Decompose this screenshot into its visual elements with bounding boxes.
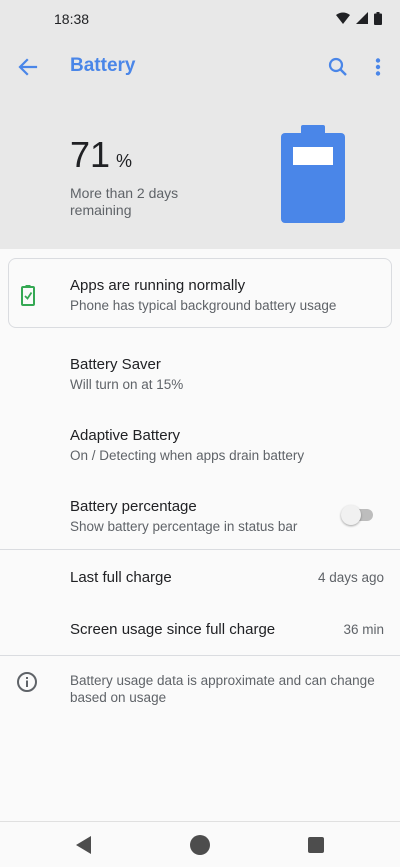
tip-title: Apps are running normally: [70, 277, 246, 294]
battery-remaining: More than 2 days remaining: [70, 185, 179, 218]
more-vert-icon: [375, 58, 381, 76]
last-full-charge-label: Last full charge: [70, 569, 172, 586]
app-bar: Battery: [0, 36, 400, 98]
status-bar: 18:38: [0, 0, 400, 36]
battery-ok-icon: [21, 285, 35, 306]
search-icon: [328, 57, 347, 76]
battery-saver-subtitle: Will turn on at 15%: [70, 377, 184, 392]
adaptive-battery-item[interactable]: Adaptive Battery On / Detecting when app…: [0, 413, 400, 473]
battery-percent: 71%: [70, 134, 132, 176]
nav-back-icon: [76, 836, 91, 854]
screen-usage-item: Screen usage since full charge 36 min: [0, 608, 400, 652]
wifi-icon: [336, 12, 350, 24]
battery-level-icon: [281, 125, 345, 223]
adaptive-battery-subtitle: On / Detecting when apps drain battery: [70, 448, 305, 463]
status-battery-icon: [374, 11, 382, 25]
battery-percentage-item[interactable]: Battery percentage Show battery percenta…: [0, 484, 400, 544]
back-button[interactable]: [14, 53, 42, 81]
battery-saver-item[interactable]: Battery Saver Will turn on at 15%: [0, 342, 400, 402]
battery-percent-value: 71: [70, 134, 111, 175]
more-options-button[interactable]: [366, 53, 390, 81]
page-title: Battery: [70, 55, 136, 76]
nav-home-icon: [190, 835, 210, 855]
battery-saver-title: Battery Saver: [70, 356, 161, 373]
info-icon: [17, 672, 37, 692]
battery-percent-unit: %: [116, 151, 133, 171]
battery-tip-card[interactable]: Apps are running normally Phone has typi…: [8, 258, 392, 328]
divider: [0, 549, 400, 550]
battery-percentage-title: Battery percentage: [70, 498, 197, 515]
nav-home-button[interactable]: [188, 834, 212, 856]
arrow-left-icon: [18, 58, 38, 76]
search-button[interactable]: [324, 53, 352, 81]
nav-recents-icon: [308, 837, 324, 853]
status-time: 18:38: [54, 11, 90, 27]
divider: [0, 655, 400, 656]
toggle-thumb: [341, 505, 361, 525]
signal-icon: [356, 12, 368, 24]
battery-percentage-toggle[interactable]: [341, 505, 375, 525]
screen-usage-label: Screen usage since full charge: [70, 621, 276, 638]
system-nav-bar: [0, 821, 400, 867]
status-icons: [336, 11, 382, 25]
battery-header: 71% More than 2 days remaining: [0, 98, 400, 249]
usage-disclaimer: Battery usage data is approximate and ca…: [70, 673, 375, 705]
nav-back-button[interactable]: [72, 834, 96, 856]
adaptive-battery-title: Adaptive Battery: [70, 427, 181, 444]
last-full-charge-value: 4 days ago: [317, 570, 384, 585]
screen-usage-value: 36 min: [343, 622, 384, 637]
last-full-charge-item: Last full charge 4 days ago: [0, 556, 400, 600]
nav-recents-button[interactable]: [304, 834, 328, 856]
battery-percentage-subtitle: Show battery percentage in status bar: [70, 519, 298, 534]
tip-subtitle: Phone has typical background battery usa…: [70, 298, 337, 313]
